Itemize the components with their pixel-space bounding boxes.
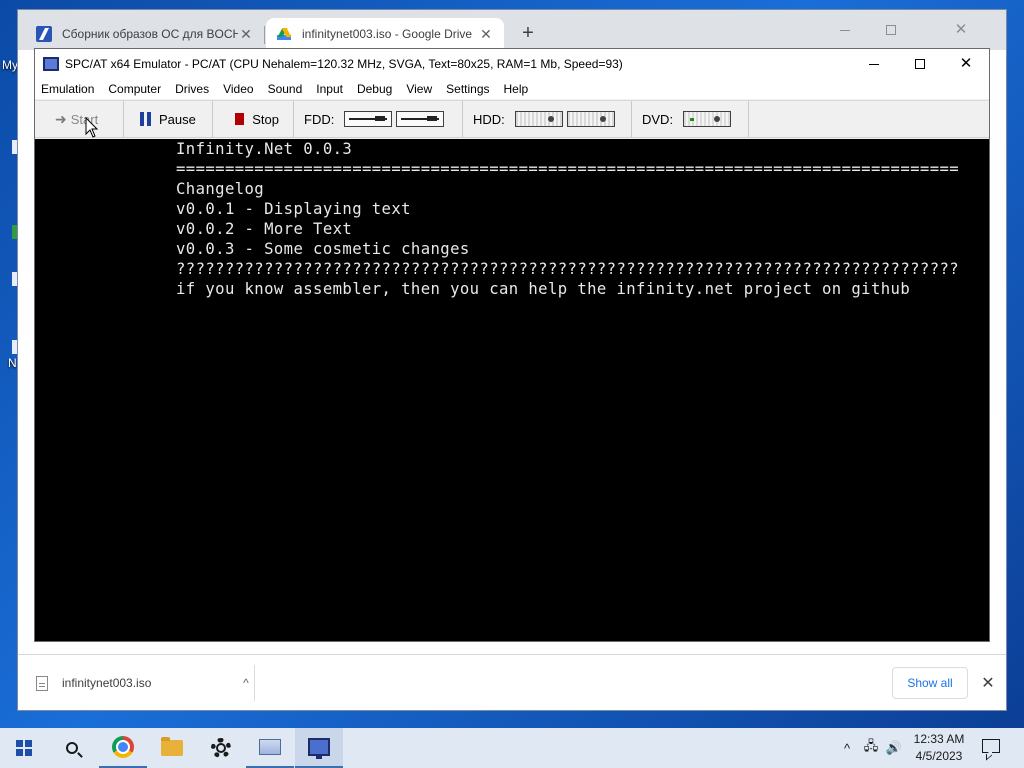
- volume-icon[interactable]: 🔊: [884, 728, 904, 768]
- taskbar-image-gallery[interactable]: [246, 728, 294, 768]
- clock-date: 4/5/2023: [915, 749, 963, 763]
- screen-text-line: ========================================…: [176, 160, 960, 178]
- browser-tab-active[interactable]: infinitynet003.iso - Google Drive ✕: [266, 18, 504, 50]
- pause-label: Pause: [159, 111, 196, 127]
- show-hidden-icons-chevron-icon[interactable]: ^: [838, 728, 856, 768]
- screen-text-line: Changelog: [176, 180, 265, 198]
- generic-site-icon: [36, 26, 52, 42]
- taskbar-settings[interactable]: [197, 728, 245, 768]
- menu-settings[interactable]: Settings: [439, 82, 496, 96]
- screen-text-line: Infinity.Net 0.0.3: [176, 140, 353, 158]
- desktop-icon-label[interactable]: N: [8, 356, 17, 370]
- fdd-label: FDD:: [304, 111, 335, 127]
- menu-input[interactable]: Input: [309, 82, 350, 96]
- start-button[interactable]: [0, 728, 48, 768]
- minimize-icon[interactable]: [822, 16, 868, 44]
- taskbar-file-explorer[interactable]: [148, 728, 196, 768]
- menu-computer[interactable]: Computer: [101, 82, 168, 96]
- menu-debug[interactable]: Debug: [350, 82, 399, 96]
- show-all-button[interactable]: Show all: [892, 667, 968, 699]
- start-button[interactable]: ➜ Start: [35, 101, 123, 137]
- toolbar-divider: [748, 101, 749, 137]
- menu-sound[interactable]: Sound: [261, 82, 310, 96]
- emulator-title-bar[interactable]: SPC/AT x64 Emulator - PC/AT (CPU Nehalem…: [35, 49, 989, 79]
- floppy-drive-a-icon[interactable]: [344, 111, 393, 127]
- menu-drives[interactable]: Drives: [168, 82, 216, 96]
- close-icon[interactable]: ✕: [978, 673, 998, 693]
- download-bar: infinitynet003.iso ^ Show all ✕: [18, 654, 1006, 710]
- browser-tab-strip: Сборник образов ОС для BOCHS ✕ infinityn…: [18, 10, 1006, 50]
- stop-label: Stop: [252, 111, 279, 127]
- screen-text-line: ????????????????????????????????????????…: [176, 260, 960, 278]
- emulator-window: SPC/AT x64 Emulator - PC/AT (CPU Nehalem…: [34, 48, 990, 642]
- dvd-group: DVD:: [632, 101, 748, 137]
- hard-disk-0-icon[interactable]: [514, 111, 563, 127]
- hdd-group: HDD:: [463, 101, 631, 137]
- browser-tab-inactive[interactable]: Сборник образов ОС для BOCHS ✕: [26, 18, 264, 50]
- close-icon[interactable]: ✕: [943, 49, 989, 79]
- notification-center-icon[interactable]: [982, 739, 1000, 753]
- file-icon: [36, 675, 48, 691]
- dvd-label: DVD:: [642, 111, 674, 127]
- emulator-menu-bar: Emulation Computer Drives Video Sound In…: [35, 79, 989, 99]
- minimize-icon[interactable]: [851, 49, 897, 79]
- new-tab-button[interactable]: +: [516, 22, 540, 45]
- taskbar: ^ 🖧 🔊 12:33 AM 4/5/2023: [0, 728, 1024, 768]
- start-icon: [16, 740, 32, 756]
- download-file-name: infinitynet003.iso: [62, 676, 152, 690]
- mouse-pointer-icon: [85, 117, 99, 138]
- network-icon[interactable]: 🖧: [860, 728, 882, 768]
- menu-video[interactable]: Video: [216, 82, 260, 96]
- hdd-label: HDD:: [473, 111, 505, 127]
- emulator-icon: [308, 738, 330, 759]
- floppy-drive-b-icon[interactable]: [396, 111, 445, 127]
- emulator-title: SPC/AT x64 Emulator - PC/AT (CPU Nehalem…: [65, 57, 623, 71]
- pause-icon: [140, 112, 151, 126]
- clock-time: 12:33 AM: [913, 732, 965, 746]
- emulator-app-icon: [43, 57, 59, 71]
- screen-text-line: if you know assembler, then you can help…: [176, 280, 911, 298]
- screen-text-line: v0.0.1 - Displaying text: [176, 200, 411, 218]
- google-drive-icon: [276, 26, 292, 42]
- taskbar-chrome[interactable]: [99, 728, 147, 768]
- screen-text-line: v0.0.3 - Some cosmetic changes: [176, 240, 470, 258]
- maximize-icon[interactable]: [868, 16, 914, 44]
- system-clock[interactable]: 12:33 AM 4/5/2023: [904, 731, 974, 765]
- screen-text-line: v0.0.2 - More Text: [176, 220, 353, 238]
- dvd-drive-icon[interactable]: [683, 111, 732, 127]
- tab-title: infinitynet003.iso - Google Drive: [302, 27, 473, 41]
- tab-close-icon[interactable]: ✕: [478, 26, 494, 43]
- download-item[interactable]: infinitynet003.iso ^: [36, 667, 254, 699]
- search-button[interactable]: [48, 728, 96, 768]
- taskbar-emulator[interactable]: [295, 728, 343, 768]
- tab-close-icon[interactable]: ✕: [238, 26, 254, 43]
- chevron-up-icon[interactable]: ^: [238, 676, 254, 690]
- stop-icon: [235, 113, 245, 125]
- fdd-group: FDD:: [294, 101, 462, 137]
- search-icon: [66, 742, 78, 754]
- menu-help[interactable]: Help: [497, 82, 536, 96]
- desktop-icon-label[interactable]: My: [2, 58, 18, 72]
- play-arrow-icon: ➜: [55, 110, 67, 127]
- maximize-icon[interactable]: [897, 49, 943, 79]
- chrome-icon: [112, 736, 134, 758]
- tab-divider: [264, 26, 265, 44]
- pause-button[interactable]: Pause: [124, 101, 212, 137]
- image-gallery-icon: [259, 739, 281, 755]
- menu-view[interactable]: View: [399, 82, 439, 96]
- settings-gear-icon: [211, 738, 231, 758]
- close-icon[interactable]: ✕: [938, 16, 984, 44]
- file-explorer-icon: [161, 737, 183, 756]
- tab-title: Сборник образов ОС для BOCHS: [62, 27, 238, 41]
- emulator-toolbar: ➜ Start Pause Stop FDD: HDD: DVD:: [35, 100, 989, 138]
- stop-button[interactable]: Stop: [213, 101, 293, 137]
- emulator-display[interactable]: Infinity.Net 0.0.3 =====================…: [35, 139, 989, 641]
- menu-emulation[interactable]: Emulation: [35, 82, 101, 96]
- download-divider: [254, 665, 255, 701]
- hard-disk-1-icon[interactable]: [566, 111, 615, 127]
